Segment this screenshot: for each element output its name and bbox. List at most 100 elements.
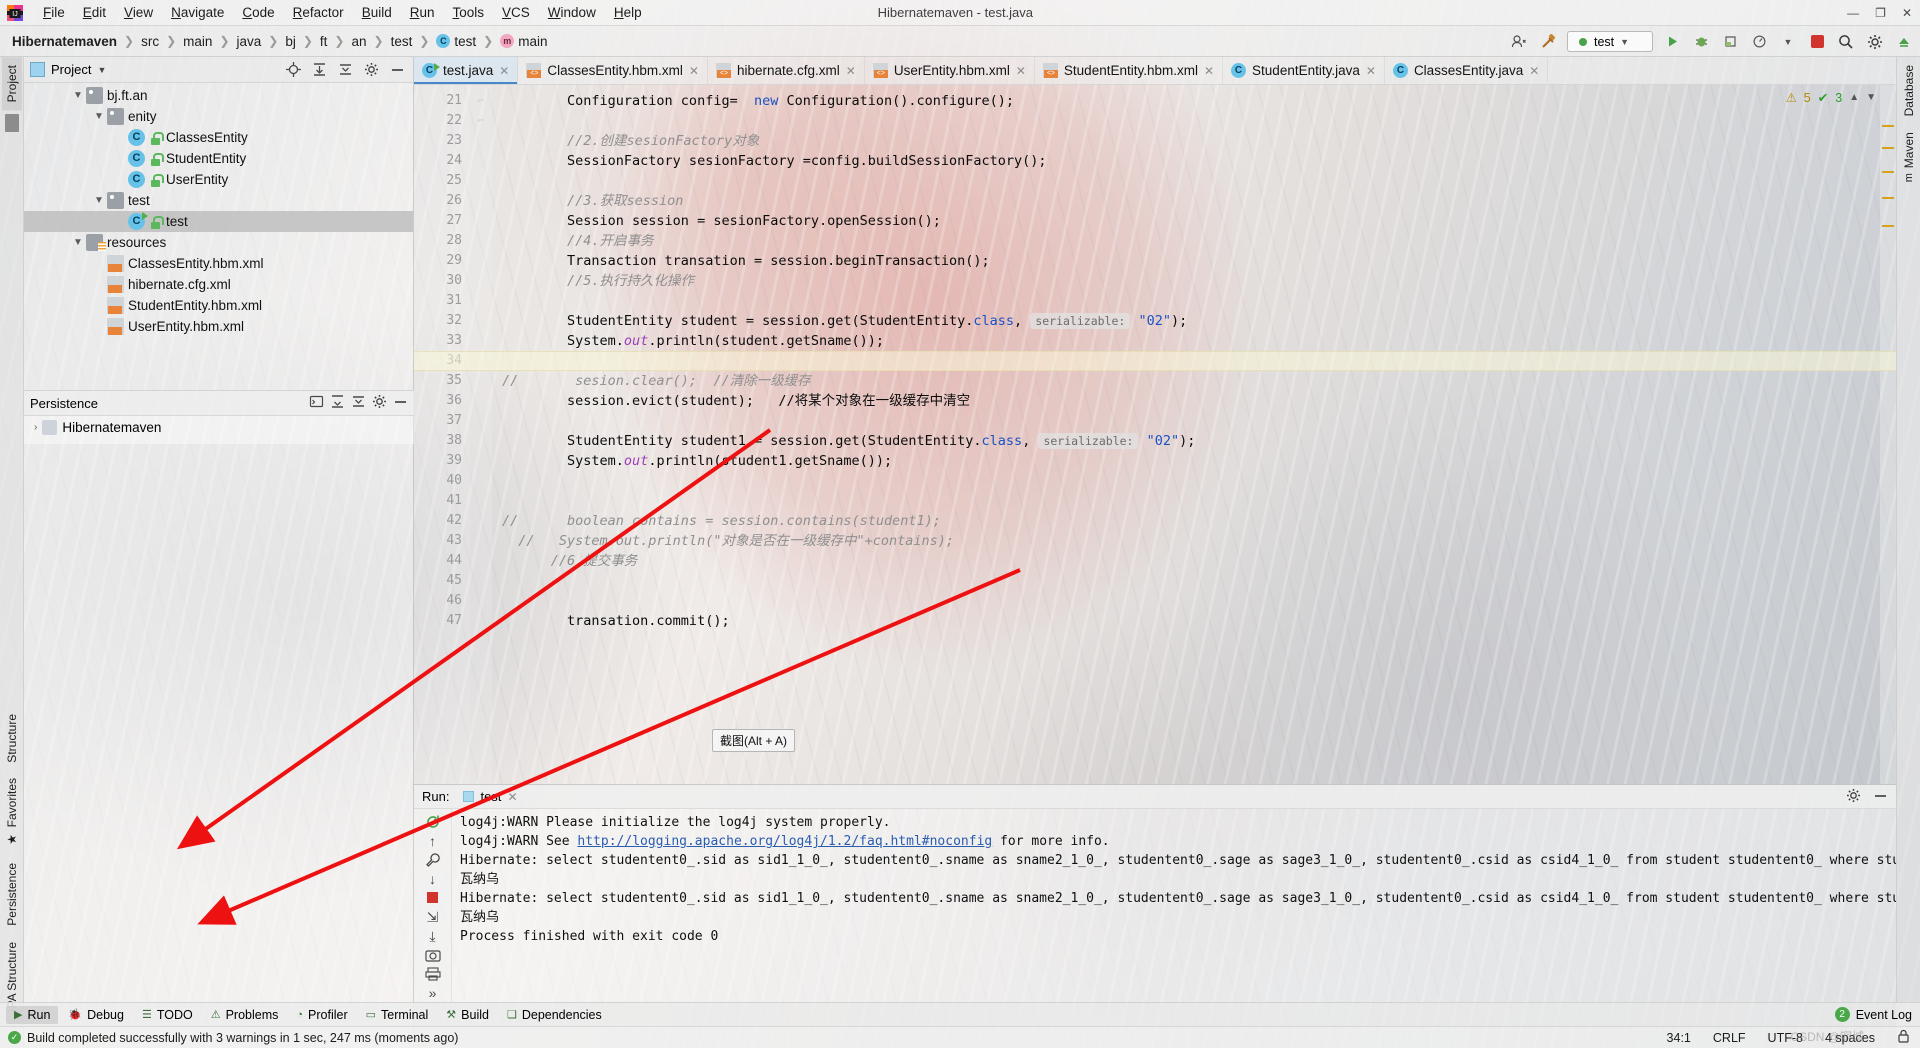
code-line[interactable]: //2.创建sesionFactory对象 (502, 131, 1896, 151)
code-line[interactable]: System.out.println(student1.getSname()); (502, 451, 1896, 471)
code-line[interactable] (502, 571, 1896, 591)
code-line[interactable]: //4.开启事务 (502, 231, 1896, 251)
code-line[interactable]: System.out.println(student.getSname()); (502, 331, 1896, 351)
code-line[interactable] (502, 171, 1896, 191)
bottom-tab-problems[interactable]: ⚠ Problems (203, 1006, 287, 1024)
expand-all-icon[interactable] (309, 60, 329, 80)
tree-node[interactable]: <> UserEntity.hbm.xml (24, 316, 413, 337)
minimize-button[interactable]: — (1847, 6, 1859, 20)
menu-item-build[interactable]: Build (353, 2, 401, 23)
stop-icon[interactable] (1807, 32, 1827, 52)
editor-tab-test-java[interactable]: Ctest.java ✕ (414, 57, 519, 84)
coverage-icon[interactable] (1720, 32, 1740, 52)
inspection-scrollbar[interactable] (1880, 85, 1896, 784)
breadcrumb-item-src[interactable]: src (137, 34, 163, 49)
close-icon[interactable]: ✕ (507, 790, 517, 804)
code-line[interactable]: StudentEntity student = session.get(Stud… (502, 311, 1896, 331)
updates-icon[interactable] (1894, 32, 1914, 52)
expand-all-icon[interactable] (330, 394, 345, 412)
tree-node[interactable]: C ClassesEntity (24, 127, 413, 148)
breadcrumb-item-test[interactable]: Ctest (432, 34, 480, 49)
tree-node[interactable]: C UserEntity (24, 169, 413, 190)
code-line[interactable]: // sesion.clear(); //清除一级缓存 (502, 371, 1896, 391)
menu-item-code[interactable]: Code (233, 2, 283, 23)
tree-node[interactable]: <> StudentEntity.hbm.xml (24, 295, 413, 316)
tree-node[interactable]: C StudentEntity (24, 148, 413, 169)
bottom-tab-debug[interactable]: 🐞 Debug (60, 1006, 132, 1024)
hide-icon[interactable] (387, 60, 407, 80)
editor-tab-StudentEntity-java[interactable]: C StudentEntity.java ✕ (1223, 57, 1385, 84)
tree-node[interactable]: Ctest (24, 211, 413, 232)
close-icon[interactable]: ✕ (1016, 64, 1026, 78)
chevron-down-icon[interactable]: ▼ (97, 65, 106, 75)
close-icon[interactable]: ✕ (1204, 64, 1214, 78)
print-icon[interactable] (421, 966, 445, 983)
sidebar-item-database[interactable]: Database (1899, 57, 1919, 124)
breadcrumb-item-main[interactable]: m main (496, 34, 551, 49)
gear-icon[interactable] (1865, 32, 1885, 52)
bottom-tab-profiler[interactable]: ◔ Profiler (288, 1006, 355, 1024)
editor-tab-ClassesEntity-java[interactable]: C ClassesEntity.java ✕ (1385, 57, 1549, 84)
editor-tab-bar[interactable]: Ctest.java ✕ <> ClassesEntity.hbm.xml ✕ <> hib… (414, 57, 1896, 85)
close-icon[interactable]: ✕ (846, 64, 856, 78)
caret-position[interactable]: 34:1 (1667, 1031, 1691, 1045)
persistence-root-row[interactable]: › Hibernatemaven (24, 416, 414, 438)
console-output[interactable]: log4j:WARN Please initialize the log4j s… (452, 809, 1896, 1002)
scroll-end-icon[interactable]: ⤓ (421, 928, 445, 945)
console-link[interactable]: http://logging.apache.org/log4j/1.2/faq.… (577, 834, 992, 849)
search-icon[interactable] (1836, 32, 1856, 52)
run-icon[interactable] (1662, 32, 1682, 52)
close-icon[interactable]: ✕ (499, 64, 509, 78)
close-button[interactable]: ✕ (1902, 6, 1912, 20)
code-line[interactable] (502, 471, 1896, 491)
user-icon[interactable] (1509, 32, 1529, 52)
fold-marker[interactable]: ⌐ (470, 111, 492, 131)
bottom-tab-todo[interactable]: ☰ TODO (134, 1006, 201, 1024)
editor-tab-UserEntity-hbm-xml[interactable]: <> UserEntity.hbm.xml ✕ (865, 57, 1035, 84)
tree-node[interactable]: ▼ enity (24, 106, 413, 127)
menu-item-view[interactable]: View (115, 2, 162, 23)
chevron-down-icon[interactable]: ▼ (1778, 32, 1798, 52)
sidebar-item-structure[interactable]: Structure (2, 706, 22, 771)
inspection-summary[interactable]: ⚠ 5 ✔ 3 ▲ ▼ (1786, 90, 1876, 106)
stop-icon[interactable] (421, 889, 445, 906)
sidebar-item-favorites[interactable]: ★ Favorites (2, 770, 22, 854)
chevron-down-icon[interactable]: ▼ (1620, 37, 1629, 47)
gear-icon[interactable] (372, 394, 387, 412)
locate-icon[interactable] (283, 60, 303, 80)
menu-item-vcs[interactable]: VCS (493, 2, 539, 23)
window-controls[interactable]: — ❐ ✕ (1847, 6, 1912, 20)
menu-item-window[interactable]: Window (539, 2, 605, 23)
line-separator[interactable]: CRLF (1713, 1031, 1746, 1045)
menu-item-run[interactable]: Run (401, 2, 444, 23)
soft-wrap-icon[interactable]: ⇲ (421, 908, 445, 925)
breadcrumb-item-test[interactable]: test (387, 34, 417, 49)
editor-tab-hibernate-cfg-xml[interactable]: <> hibernate.cfg.xml ✕ (708, 57, 865, 84)
wrench-icon[interactable] (421, 851, 445, 868)
hammer-icon[interactable] (1538, 32, 1558, 52)
code-line[interactable]: transation.commit(); (502, 611, 1896, 631)
breadcrumb-item-an[interactable]: an (347, 34, 370, 49)
chevron-right-icon[interactable]: › (34, 422, 37, 433)
menu-item-tools[interactable]: Tools (444, 2, 494, 23)
menu-item-file[interactable]: File (34, 2, 74, 23)
db-console-icon[interactable] (309, 394, 324, 412)
code-line[interactable]: Session session = sesionFactory.openSess… (502, 211, 1896, 231)
bottom-tab-dependencies[interactable]: ❏ Dependencies (499, 1006, 610, 1024)
fold-marker[interactable]: ⌐ (470, 91, 492, 111)
sidebar-item-maven[interactable]: m Maven (1899, 124, 1919, 190)
arrow-up-icon[interactable]: ↑ (421, 832, 445, 849)
collapse-all-icon[interactable] (351, 394, 366, 412)
code-line[interactable]: //3.获取session (502, 191, 1896, 211)
profiler-icon[interactable] (1749, 32, 1769, 52)
source-code[interactable]: Configuration config= new Configuration(… (492, 85, 1896, 784)
tree-node[interactable]: <> hibernate.cfg.xml (24, 274, 413, 295)
editor-tab-StudentEntity-hbm-xml[interactable]: <> StudentEntity.hbm.xml ✕ (1035, 57, 1224, 84)
breadcrumb-item-java[interactable]: java (233, 34, 266, 49)
hide-icon[interactable] (393, 394, 408, 412)
code-line[interactable]: session.evict(student); //将某个对象在一级缓存中清空 (502, 391, 1896, 411)
code-line[interactable]: // System.out.println("对象是否在一级缓存中"+conta… (502, 531, 1896, 551)
gear-icon[interactable] (361, 60, 381, 80)
tree-node[interactable]: ▼ bj.ft.an (24, 85, 413, 106)
breadcrumb-item-ft[interactable]: ft (316, 34, 332, 49)
